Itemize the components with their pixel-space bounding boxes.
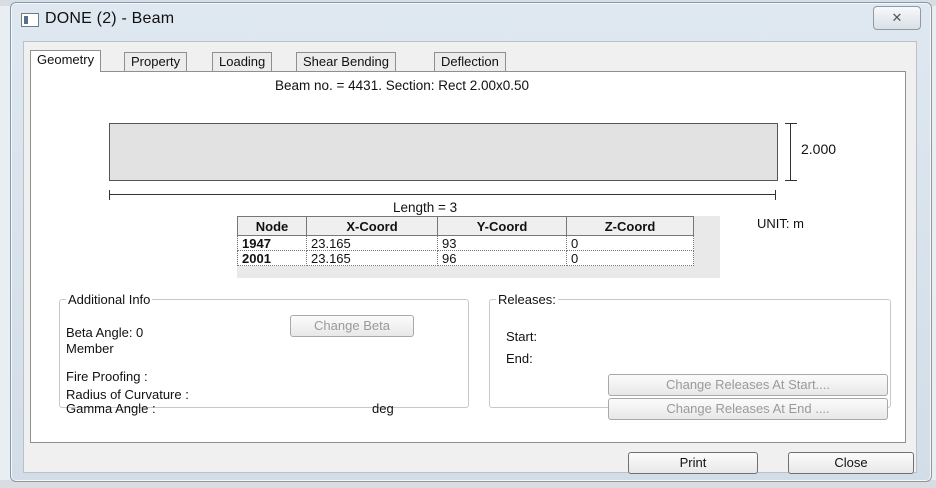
cell-y-coord[interactable]: 96 — [437, 250, 567, 266]
grid-header-row: Node X-Coord Y-Coord Z-Coord — [237, 216, 694, 236]
fire-proofing-label: Fire Proofing : — [66, 369, 148, 384]
change-releases-start-button[interactable]: Change Releases At Start.... — [608, 374, 888, 396]
tab-loading[interactable]: Loading — [212, 52, 273, 71]
table-row[interactable]: 2001 23.165 96 0 — [237, 250, 694, 266]
beta-angle-value: 0 — [136, 325, 144, 340]
length-dimension-line — [109, 190, 776, 200]
close-button[interactable]: Close — [788, 452, 914, 474]
additional-info-legend: Additional Info — [68, 292, 151, 307]
release-start-label: Start: — [506, 329, 538, 344]
release-end-label: End: — [506, 351, 533, 366]
beam-dialog: DONE (2) - Beam ✕ Geometry Property Load… — [10, 2, 932, 482]
change-beta-button[interactable]: Change Beta — [290, 315, 414, 337]
column-header-z: Z-Coord — [566, 216, 694, 236]
dialog-client-area: Geometry Property Loading Shear Bending … — [23, 41, 917, 474]
tab-geometry[interactable]: Geometry — [30, 50, 102, 72]
cell-node[interactable]: 2001 — [237, 250, 307, 266]
column-header-node: Node — [237, 216, 307, 236]
column-header-y: Y-Coord — [437, 216, 567, 236]
title-bar[interactable]: DONE (2) - Beam ✕ — [11, 3, 931, 37]
radius-of-curvature-label: Radius of Curvature : — [66, 387, 189, 402]
releases-group: Releases: Start: End: Change Releases At… — [489, 292, 891, 420]
height-dimension-line — [785, 123, 797, 181]
cell-node[interactable]: 1947 — [237, 235, 307, 251]
gamma-angle-label: Gamma Angle : — [66, 401, 156, 416]
geometry-tab-panel: Beam no. = 4431. Section: Rect 2.00x0.50… — [30, 71, 906, 443]
tab-shear-bending[interactable]: Shear Bending — [296, 52, 397, 71]
member-label: Member — [66, 341, 114, 356]
gamma-angle-unit: deg — [372, 401, 394, 416]
beta-angle-label: Beta Angle: — [66, 325, 133, 340]
unit-label: UNIT: m — [757, 216, 804, 231]
node-coordinates-grid: Node X-Coord Y-Coord Z-Coord 1947 23.165… — [237, 216, 720, 278]
window-title: DONE (2) - Beam — [45, 10, 175, 27]
tab-property[interactable]: Property — [124, 52, 188, 71]
app-window-icon — [21, 13, 39, 27]
window-close-button[interactable]: ✕ — [873, 6, 921, 30]
cell-z-coord[interactable]: 0 — [566, 235, 694, 251]
additional-info-group: Additional Info Beta Angle: 0 Member Cha… — [59, 292, 469, 416]
cell-x-coord[interactable]: 23.165 — [306, 235, 438, 251]
length-label: Length = 3 — [393, 200, 458, 215]
table-row[interactable]: 1947 23.165 93 0 — [237, 235, 694, 251]
height-dimension-label: 2.000 — [801, 141, 837, 157]
cell-z-coord[interactable]: 0 — [566, 250, 694, 266]
print-button[interactable]: Print — [628, 452, 758, 474]
beam-caption: Beam no. = 4431. Section: Rect 2.00x0.50 — [275, 78, 530, 93]
releases-legend: Releases: — [498, 292, 556, 307]
column-header-x: X-Coord — [306, 216, 438, 236]
cell-y-coord[interactable]: 93 — [437, 235, 567, 251]
tab-deflection[interactable]: Deflection — [434, 52, 506, 71]
change-releases-end-button[interactable]: Change Releases At End .... — [608, 398, 888, 420]
beam-section-drawing — [109, 123, 778, 181]
cell-x-coord[interactable]: 23.165 — [306, 250, 438, 266]
